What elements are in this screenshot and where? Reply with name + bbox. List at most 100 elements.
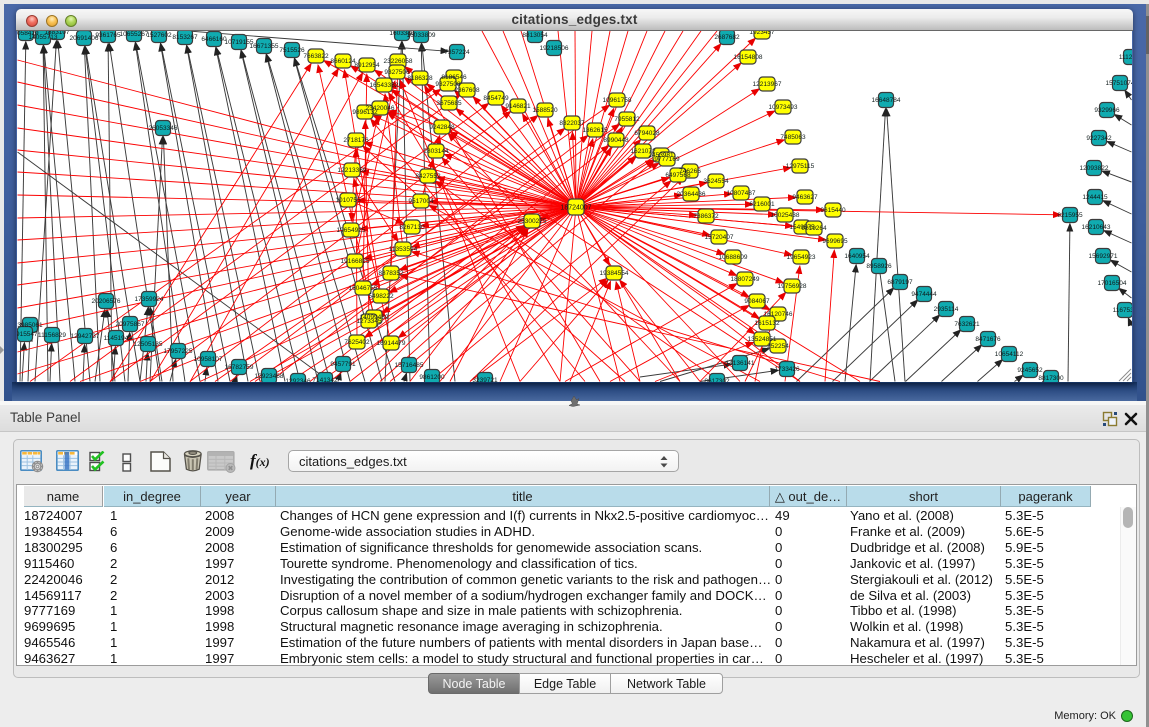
svg-text:7485063: 7485063 (780, 134, 806, 141)
svg-text:20206576: 20206576 (92, 298, 121, 305)
svg-text:1527602: 1527602 (146, 32, 172, 39)
svg-text:13524851: 13524851 (748, 336, 777, 343)
svg-text:19654925: 19654925 (337, 227, 366, 234)
svg-text:10654112: 10654112 (995, 351, 1024, 358)
svg-text:10958107: 10958107 (194, 356, 223, 363)
svg-text:15716485: 15716485 (395, 362, 424, 369)
svg-text:1615132: 1615132 (754, 320, 780, 327)
svg-text:9699695: 9699695 (822, 238, 848, 245)
svg-text:8660124: 8660124 (330, 58, 356, 65)
svg-text:2367608: 2367608 (454, 87, 480, 94)
svg-text:9896132: 9896132 (352, 109, 378, 116)
svg-text:8617302: 8617302 (704, 378, 730, 382)
svg-text:23226058: 23226058 (384, 58, 413, 65)
svg-text:9517004: 9517004 (408, 198, 434, 205)
svg-text:11353594: 11353594 (389, 246, 418, 253)
svg-text:9329966: 9329966 (1094, 107, 1120, 114)
svg-text:1145194: 1145194 (104, 335, 129, 342)
svg-text:3239721: 3239721 (472, 377, 498, 382)
svg-text:7663822: 7663822 (303, 53, 329, 60)
svg-text:8322037: 8322037 (559, 120, 585, 127)
svg-text:26053346: 26053346 (149, 125, 178, 132)
svg-text:14136141: 14136141 (726, 360, 755, 367)
svg-text:19756928: 19756928 (778, 283, 807, 290)
svg-text:20975867: 20975867 (116, 321, 145, 328)
svg-text:8215955: 8215955 (1057, 212, 1083, 219)
svg-text:16671355: 16671355 (250, 43, 279, 50)
svg-text:9615440: 9615440 (820, 207, 846, 214)
svg-text:7632621: 7632621 (954, 321, 980, 328)
svg-text:10688609: 10688609 (719, 254, 748, 261)
svg-text:10961758: 10961758 (603, 97, 632, 104)
svg-text:8427552: 8427552 (415, 173, 441, 180)
svg-text:20364436: 20364436 (677, 191, 706, 198)
svg-text:5498222: 5498222 (368, 293, 394, 300)
svg-text:6216001: 6216001 (749, 201, 775, 208)
svg-text:19384554: 19384554 (600, 270, 629, 277)
svg-text:8958926: 8958926 (866, 263, 892, 270)
svg-text:8813054: 8813054 (522, 32, 548, 39)
svg-text:3915547: 3915547 (17, 331, 38, 338)
svg-text:1640954: 1640954 (844, 253, 870, 260)
svg-text:16120746: 16120746 (764, 311, 793, 318)
svg-text:9084067: 9084067 (744, 298, 770, 305)
svg-text:9474444: 9474444 (911, 291, 937, 298)
svg-text:3675685: 3675685 (436, 100, 462, 107)
svg-text:19654923: 19654923 (787, 254, 816, 261)
svg-text:6794028: 6794028 (634, 130, 660, 137)
svg-text:12942737: 12942737 (71, 333, 100, 340)
svg-text:1362615: 1362615 (582, 127, 608, 134)
svg-text:16543382: 16543382 (370, 82, 399, 89)
svg-text:9219264: 9219264 (801, 225, 827, 232)
svg-text:19218506: 19218506 (540, 45, 569, 52)
svg-text:1244415: 1244415 (1082, 194, 1108, 201)
svg-text:1112209: 1112209 (1119, 54, 1132, 61)
svg-text:9327506: 9327506 (384, 69, 410, 76)
svg-text:9777169: 9777169 (654, 156, 680, 163)
svg-text:16046755: 16046755 (349, 285, 378, 292)
svg-text:1010755: 1010755 (335, 197, 361, 204)
svg-text:1733426: 1733426 (774, 366, 800, 373)
svg-text:6466160: 6466160 (201, 36, 227, 43)
svg-text:8454749: 8454749 (483, 95, 509, 102)
svg-text:18807249: 18807249 (731, 276, 760, 283)
svg-text:3624554: 3624554 (703, 178, 729, 185)
svg-text:16648784: 16648784 (872, 97, 901, 104)
svg-text:9227342: 9227342 (1086, 135, 1112, 142)
svg-text:7955812: 7955812 (614, 116, 640, 123)
svg-text:8990448: 8990448 (603, 137, 629, 144)
svg-text:16154808: 16154808 (734, 54, 763, 61)
svg-text:8471676: 8471676 (975, 336, 1001, 343)
svg-text:8912954: 8912954 (354, 62, 380, 69)
svg-text:2935114: 2935114 (934, 306, 959, 313)
svg-text:16210643: 16210643 (1082, 224, 1111, 231)
svg-text:1292346: 1292346 (285, 378, 311, 382)
svg-text:10807487: 10807487 (727, 190, 756, 197)
svg-text:8817300: 8817300 (1038, 375, 1064, 382)
svg-text:2687682: 2687682 (714, 34, 740, 41)
svg-text:6879197: 6879197 (887, 279, 913, 286)
svg-text:8153267: 8153267 (172, 34, 198, 41)
svg-text:1273345: 1273345 (356, 318, 382, 325)
svg-text:15720407: 15720407 (705, 234, 734, 241)
svg-text:17016504: 17016504 (1098, 280, 1127, 287)
svg-text:12093822: 12093822 (1080, 165, 1109, 172)
svg-text:9463627: 9463627 (792, 194, 818, 201)
svg-text:12213967: 12213967 (753, 81, 782, 88)
svg-text:17359924: 17359924 (135, 296, 164, 303)
svg-text:8186328: 8186328 (407, 75, 433, 82)
svg-text:18724007: 18724007 (560, 205, 591, 212)
svg-text:2803144: 2803144 (423, 148, 449, 155)
svg-text:1167533: 1167533 (1113, 307, 1132, 314)
svg-text:17957225: 17957225 (164, 348, 193, 355)
svg-text:252254: 252254 (767, 343, 789, 350)
svg-text:10655267: 10655267 (120, 31, 149, 38)
svg-text:1923457: 1923457 (749, 31, 775, 36)
svg-text:7357224: 7357224 (444, 49, 470, 56)
svg-text:25300275: 25300275 (518, 218, 547, 225)
svg-text:9242848: 9242848 (429, 124, 455, 131)
svg-text:12213369: 12213369 (338, 167, 367, 174)
svg-text:8878352: 8878352 (378, 270, 404, 277)
svg-text:1588520: 1588520 (532, 107, 558, 114)
svg-text:10025438: 10025438 (771, 212, 800, 219)
